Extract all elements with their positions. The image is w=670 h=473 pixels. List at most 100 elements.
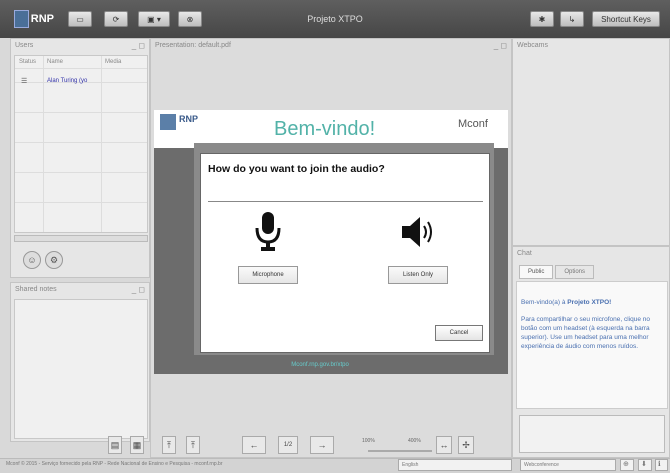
refresh-button[interactable]: ⟳ <box>104 11 128 27</box>
disconnect-button[interactable]: ⊗ <box>178 11 202 27</box>
monitor-icon: ▭ <box>76 14 84 24</box>
zoom-max-label: 400% <box>408 438 421 444</box>
fit-page-button[interactable]: ✢ <box>458 436 474 454</box>
monitor-button[interactable]: ▭ <box>68 11 92 27</box>
logo-text: RNP <box>30 13 54 25</box>
fit-width-button[interactable]: ↔ <box>436 436 452 454</box>
zoom-min-label: 100% <box>362 438 375 444</box>
tab-public[interactable]: Public <box>519 265 554 279</box>
divider <box>43 56 44 232</box>
logout-button[interactable]: ↳ <box>560 11 584 27</box>
divider <box>15 112 147 113</box>
language-select[interactable]: English <box>398 459 512 471</box>
logout-icon: ↳ <box>568 14 576 24</box>
tab-options[interactable]: Options <box>555 265 595 279</box>
zoom-slider[interactable] <box>368 450 432 452</box>
horizontal-scrollbar[interactable] <box>14 235 148 242</box>
layout-save-button[interactable]: ⬇ <box>638 459 652 471</box>
window-controls[interactable]: _ ◻ <box>132 41 145 50</box>
page-indicator[interactable]: 1/2 <box>278 436 298 454</box>
app-logo: RNP <box>14 8 54 30</box>
user-status-icon: ☰ <box>21 78 28 85</box>
arrow-left-icon: ← <box>249 440 259 450</box>
save-button[interactable]: ▦ <box>130 436 144 454</box>
top-bar: RNP ▭ ⟳ ▣ ▾ ⊗ Projeto XTPO ✱ ↳ Shortcut … <box>0 0 670 38</box>
screen-share-icon: ▣ <box>147 14 155 24</box>
save-icon: ⬇ <box>641 461 647 468</box>
logo-mark-icon <box>14 10 29 28</box>
refresh-icon: ⟳ <box>112 14 120 24</box>
raise-hand-button[interactable]: ☺ <box>23 251 41 269</box>
slide-footer-link: Mconf.rnp.gov.br/xtpo <box>291 362 349 368</box>
shared-notes-panel: Shared notes _ ◻ <box>10 282 150 442</box>
user-name[interactable]: Alan Turing (yo <box>47 78 87 84</box>
save-icon: ▦ <box>132 439 142 450</box>
chat-message: Para compartilhar o seu microfone, cliqu… <box>521 316 650 350</box>
webcams-title: Webcams <box>517 42 548 49</box>
gear-icon: ⚙ <box>49 254 59 265</box>
window-controls[interactable]: _ ◻ <box>494 41 507 50</box>
settings-round-button[interactable]: ⚙ <box>45 251 63 269</box>
chat-welcome-room: Projeto XTPO! <box>567 299 612 306</box>
webcams-panel: Webcams <box>512 38 670 246</box>
previous-slide-button[interactable]: ← <box>242 436 266 454</box>
divider <box>15 202 147 203</box>
upload-button[interactable]: ⤒ <box>162 436 176 454</box>
column-header-media[interactable]: Media <box>105 59 121 65</box>
upload-icon: ⤒ <box>167 439 171 450</box>
disconnect-icon: ⊗ <box>186 14 194 24</box>
language-select-value: English <box>402 462 419 468</box>
speaker-icon[interactable] <box>400 214 436 250</box>
presentation-title: Presentation: default.pdf <box>155 42 231 49</box>
footer-text: Mconf © 2015 - Serviço fornecido pela RN… <box>6 461 223 467</box>
window-controls[interactable]: _ ◻ <box>132 285 145 294</box>
chat-welcome-prefix: Bem-vindo(a) à <box>521 299 568 306</box>
next-slide-button[interactable]: → <box>310 436 334 454</box>
shortcut-keys-button[interactable]: Shortcut Keys <box>592 11 660 27</box>
slide-logo-text: RNP <box>179 114 199 124</box>
divider <box>101 56 102 232</box>
slide-heading: Bem-vindo! <box>274 118 376 140</box>
column-header-name[interactable]: Name <box>47 59 63 65</box>
rnp-logo-icon <box>160 114 176 130</box>
apply-icon: ⊕ <box>623 461 629 468</box>
layout-select[interactable]: Webconference <box>520 459 616 471</box>
upload-alt-button[interactable]: ⤒ <box>186 436 200 454</box>
column-header-status[interactable]: Status <box>19 59 36 65</box>
divider <box>15 68 147 69</box>
arrow-right-icon: → <box>317 440 327 450</box>
microphone-icon[interactable] <box>253 212 283 252</box>
chat-panel: Chat Public Options Bem-vindo(a) à Proje… <box>512 246 670 458</box>
users-table: Status Name Media ☰ Alan Turing (yo <box>14 55 148 233</box>
dialog-question: How do you want to join the audio? <box>208 163 385 175</box>
fit-width-icon: ↔ <box>439 440 449 450</box>
divider <box>15 142 147 143</box>
hand-icon: ☺ <box>27 255 37 265</box>
chat-messages: Bem-vindo(a) à Projeto XTPO! Para compar… <box>516 281 668 409</box>
microphone-option-button[interactable]: Microphone <box>238 266 298 284</box>
layout-select-value: Webconference <box>524 462 559 468</box>
gear-icon: ✱ <box>538 14 546 24</box>
page-title: Projeto XTPO <box>307 14 363 24</box>
layout-apply-button[interactable]: ⊕ <box>620 459 634 471</box>
slide-brand: Mconf <box>458 118 488 130</box>
shared-notes-title: Shared notes <box>15 286 57 293</box>
screen-share-button[interactable]: ▣ ▾ <box>138 11 170 27</box>
cancel-button[interactable]: Cancel <box>435 325 483 341</box>
upload-icon: ⤒ <box>191 439 195 450</box>
layout-info-button[interactable]: ℹ <box>655 459 668 471</box>
settings-button[interactable]: ✱ <box>530 11 554 27</box>
audio-join-dialog <box>200 153 490 353</box>
divider <box>15 172 147 173</box>
chat-title: Chat <box>517 250 532 257</box>
users-title: Users <box>15 42 34 49</box>
chat-welcome: Bem-vindo(a) à Projeto XTPO! <box>521 298 663 307</box>
fit-page-icon: ✢ <box>462 439 470 450</box>
divider <box>208 201 483 202</box>
document-icon: ▤ <box>110 439 120 450</box>
shared-notes-editor[interactable] <box>14 299 148 439</box>
download-button[interactable]: ▤ <box>108 436 122 454</box>
listen-only-option-button[interactable]: Listen Only <box>388 266 448 284</box>
slide-logo: RNP <box>160 114 222 142</box>
chat-input[interactable] <box>519 415 665 453</box>
